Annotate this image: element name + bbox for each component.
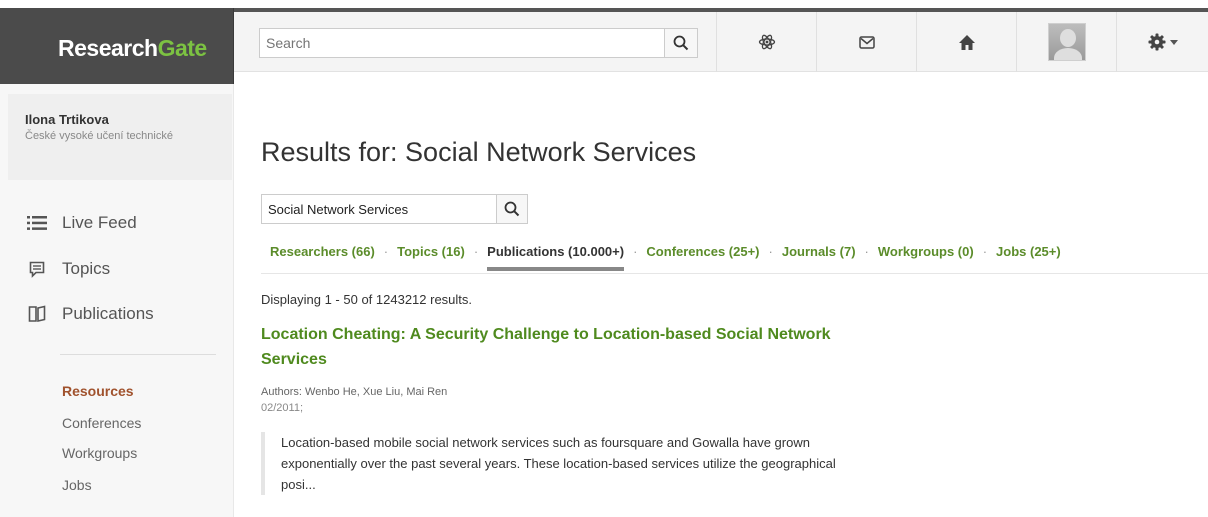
list-icon (27, 213, 47, 233)
comment-icon (27, 259, 47, 279)
chevron-down-icon (1169, 39, 1178, 45)
tab-jobs[interactable]: Jobs (25+) (996, 244, 1061, 259)
logo-research: Research (58, 35, 158, 61)
query-input[interactable] (262, 195, 497, 223)
user-name[interactable]: Ilona Trtikova (25, 112, 232, 127)
book-icon (27, 304, 47, 324)
tab-journals[interactable]: Journals (7) (782, 244, 856, 259)
tab-workgroups[interactable]: Workgroups (0) (878, 244, 974, 259)
tab-separator: · (982, 244, 988, 259)
resources-link-conferences[interactable]: Conferences (62, 415, 141, 431)
tab-separator: · (864, 244, 869, 259)
gear-icon (1148, 33, 1165, 51)
resources-link-workgroups[interactable]: Workgroups (62, 445, 137, 461)
publication-title[interactable]: Location Cheating: A Security Challenge … (261, 322, 861, 372)
tab-separator: · (383, 244, 389, 259)
top-stripe (0, 0, 1208, 8)
atom-icon (758, 34, 775, 50)
settings-button[interactable] (1116, 12, 1208, 72)
publication-abstract: Location-based mobile social network ser… (261, 432, 861, 495)
tab-topics[interactable]: Topics (16) (397, 244, 465, 259)
publication-date: 02/2011; (261, 402, 304, 414)
tab-conferences[interactable]: Conferences (25+) (646, 244, 759, 259)
user-institution[interactable]: České vysoké učení technické (25, 129, 185, 144)
sidebar-item-topics[interactable]: Topics (27, 254, 110, 284)
logo[interactable]: ResearchGate (58, 35, 207, 62)
header (234, 12, 1208, 72)
main-content: Results for: Social Network Services Res… (234, 84, 1208, 517)
mail-icon (858, 35, 875, 49)
sidebar-item-label: Publications (62, 304, 154, 323)
result-tabs: Researchers (66) · Topics (16) · Publica… (270, 244, 1061, 271)
logo-gate: Gate (157, 35, 208, 61)
home-icon (958, 34, 975, 50)
query-search (261, 194, 528, 224)
resources-title: Resources (62, 383, 134, 399)
tab-separator: · (768, 244, 773, 259)
sidebar-item-label: Topics (62, 259, 111, 278)
logo-box[interactable]: ResearchGate (0, 8, 234, 84)
sidebar-item-publications[interactable]: Publications (27, 299, 154, 329)
search-icon (504, 201, 520, 217)
profile-button[interactable] (1016, 12, 1116, 72)
header-search (259, 28, 698, 58)
search-button[interactable] (664, 29, 697, 57)
search-input[interactable] (260, 29, 665, 57)
search-icon (673, 35, 689, 51)
query-search-button[interactable] (496, 195, 527, 223)
user-card[interactable]: Ilona Trtikova České vysoké učení techni… (8, 94, 232, 180)
tab-separator: · (633, 244, 638, 259)
page-title: Results for: Social Network Services (261, 137, 697, 167)
avatar[interactable] (1047, 23, 1086, 61)
sidebar-item-live-feed[interactable]: Live Feed (27, 208, 137, 238)
sidebar-item-label: Live Feed (62, 213, 137, 232)
messages-button[interactable] (816, 12, 916, 72)
tab-publications[interactable]: Publications (10.000+) (487, 244, 624, 271)
resources-link-jobs[interactable]: Jobs (62, 477, 92, 493)
tabs-divider (261, 273, 1208, 274)
sidebar: Ilona Trtikova České vysoké učení techni… (0, 84, 234, 517)
tab-separator: · (473, 244, 479, 259)
results-count: Displaying 1 - 50 of 1243212 results. (261, 292, 473, 307)
publication-authors: Authors: Wenbo He, Xue Liu, Mai Ren (261, 386, 448, 398)
topics-button[interactable] (716, 12, 816, 72)
tab-researchers[interactable]: Researchers (66) (270, 244, 375, 259)
sidebar-divider (60, 354, 216, 355)
home-button[interactable] (916, 12, 1016, 72)
